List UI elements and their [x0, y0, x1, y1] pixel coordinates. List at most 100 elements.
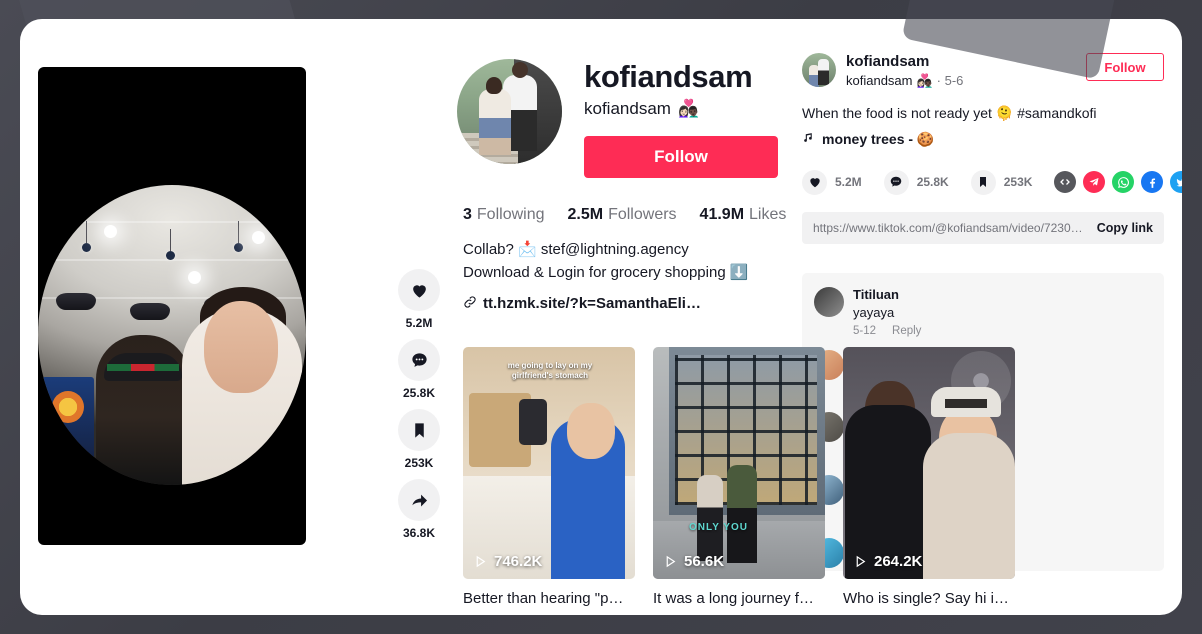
post-bookmark-button[interactable]: 253K — [970, 169, 1033, 195]
couple-emoji-icon: 👩🏻‍❤️‍👨🏿 — [677, 99, 700, 118]
stat-following[interactable]: 3 Following — [463, 206, 545, 224]
profile-handle-text: kofiandsam — [584, 99, 671, 118]
share-arrow-icon — [398, 479, 440, 521]
video-person-cap — [104, 353, 182, 381]
stat-likes: 41.9M Likes — [700, 206, 787, 224]
comment-date: 5-12 — [853, 324, 877, 337]
view-count: 56.6K — [664, 553, 724, 570]
video-caption: Better than hearing "p… — [463, 589, 624, 607]
post-engagement-row: 5.2M 25.8K 253K — [802, 169, 1182, 195]
page-title: kofiandsam — [584, 59, 753, 94]
bookmark-button[interactable]: 253K — [398, 409, 440, 470]
view-count-text: 264.2K — [874, 552, 923, 570]
thumbnail-overlay-text: ONLY YOU — [689, 521, 748, 533]
video-thumbnail[interactable]: me going to lay on my girlfriend's stoma… — [463, 346, 635, 579]
view-count-text: 746.2K — [494, 552, 543, 570]
author-avatar[interactable] — [802, 53, 836, 87]
video-grid-item[interactable]: ONLY YOU 56.6K It was a long journey f… — [653, 346, 825, 607]
post-comment-button[interactable]: 25.8K — [883, 169, 949, 195]
comment-icon — [398, 339, 440, 381]
profile-handle: kofiandsam 👩🏻‍❤️‍👨🏿 — [584, 99, 778, 119]
embed-code-icon[interactable] — [1054, 171, 1077, 194]
comment-button[interactable]: 25.8K — [398, 339, 440, 400]
video-player[interactable] — [38, 67, 306, 545]
video-caption: It was a long journey f… — [653, 589, 814, 607]
follow-button[interactable]: Follow — [584, 136, 778, 178]
post-date: · 5-6 — [936, 73, 964, 89]
couple-emoji-icon: 👩🏻‍❤️‍👨🏿 — [916, 72, 933, 88]
comment-count: 25.8K — [402, 386, 436, 400]
view-count: 746.2K — [474, 553, 542, 570]
author-subtitle: kofiandsam 👩🏻‍❤️‍👨🏿 · 5-6 — [846, 73, 963, 89]
following-count: 3 — [463, 206, 472, 223]
post-bookmark-count: 253K — [1003, 175, 1033, 190]
followers-count: 2.5M — [567, 206, 604, 223]
comment-item: Titiluan yayaya 5-12 Reply — [814, 286, 1152, 337]
profile-column: kofiandsam kofiandsam 👩🏻‍❤️‍👨🏿 Follow 3F… — [457, 19, 1015, 615]
play-icon — [666, 555, 676, 567]
avatar[interactable] — [457, 59, 562, 164]
author-name[interactable]: kofiandsam — [846, 53, 963, 72]
profile-header: kofiandsam kofiandsam 👩🏻‍❤️‍👨🏿 Follow — [457, 59, 802, 178]
profile-bio: Collab? 📩 stef@lightning.agency Download… — [463, 238, 802, 285]
bookmark-count: 253K — [404, 456, 434, 470]
heart-icon — [398, 269, 440, 311]
post-comment-count: 25.8K — [916, 175, 949, 190]
comment-text: yayaya — [853, 304, 895, 320]
bio-line-1: Collab? 📩 stef@lightning.agency — [463, 241, 689, 258]
like-count: 5.2M — [405, 316, 433, 330]
telegram-icon[interactable] — [1083, 171, 1106, 194]
share-button[interactable]: 36.8K — [398, 479, 440, 540]
heart-icon — [802, 169, 827, 195]
twitter-icon[interactable] — [1170, 171, 1182, 194]
copy-link-button[interactable]: Copy link — [1087, 221, 1153, 235]
bookmark-icon — [398, 409, 440, 451]
bio-line-2: Download & Login for grocery shopping ⬇️ — [463, 264, 749, 282]
music-title: money trees - 🍪 — [822, 130, 935, 147]
post-caption: When the food is not ready yet 🫠 #samand… — [802, 104, 1097, 121]
link-icon — [463, 295, 477, 313]
video-frame-image — [38, 185, 306, 485]
comment-icon — [883, 169, 909, 195]
profile-link-text: tt.hzmk.site/?k=SamanthaEli… — [483, 295, 701, 312]
post-like-count: 5.2M — [835, 175, 862, 190]
video-url-text: https://www.tiktok.com/@kofiandsam/video… — [813, 220, 1087, 235]
view-count-text: 56.6K — [684, 552, 725, 570]
whatsapp-icon[interactable] — [1112, 171, 1135, 194]
video-thumbnail[interactable]: ONLY YOU 56.6K — [653, 346, 825, 579]
view-count: 264.2K — [854, 553, 922, 570]
profile-stats: 3 Following 2.5M Followers 41.9M Likes — [463, 206, 802, 224]
followers-label: Followers — [608, 206, 677, 223]
likes-count: 41.9M — [699, 206, 745, 223]
comment-meta: 5-12 Reply — [853, 325, 921, 337]
video-grid-item[interactable]: me going to lay on my girlfriend's stoma… — [463, 346, 635, 607]
video-action-rail: 5.2M 25.8K 253K 36.8K — [381, 19, 457, 615]
share-count: 36.8K — [402, 526, 436, 540]
post-like-button[interactable]: 5.2M — [802, 169, 862, 195]
stat-followers[interactable]: 2.5M Followers — [568, 206, 677, 224]
play-icon — [856, 555, 866, 567]
video-player-column — [20, 19, 381, 615]
share-icons-row — [1054, 171, 1182, 194]
facebook-icon[interactable] — [1141, 171, 1164, 194]
following-label: Following — [476, 206, 545, 223]
copy-link-bar: https://www.tiktok.com/@kofiandsam/video… — [802, 211, 1164, 244]
author-handle: kofiandsam — [846, 73, 913, 89]
play-icon — [476, 555, 486, 567]
comment-reply-button[interactable]: Reply — [892, 325, 921, 337]
video-grid: me going to lay on my girlfriend's stoma… — [463, 346, 1015, 607]
profile-link[interactable]: tt.hzmk.site/?k=SamanthaEli… — [463, 295, 802, 313]
post-follow-button[interactable]: Follow — [1086, 53, 1164, 81]
like-button[interactable]: 5.2M — [398, 269, 440, 330]
likes-label: Likes — [749, 206, 787, 223]
video-bg-screen-left — [42, 377, 94, 469]
comment-avatar[interactable] — [814, 286, 844, 317]
comment-author[interactable]: Titiluan — [853, 287, 921, 304]
post-author-header: kofiandsam kofiandsam 👩🏻‍❤️‍👨🏿 · 5-6 Fol… — [802, 53, 1164, 89]
music-note-icon — [802, 131, 815, 147]
bookmark-icon — [970, 169, 996, 195]
video-thumbnail[interactable]: 264.2K — [843, 346, 1015, 579]
music-row[interactable]: money trees - 🍪 — [802, 131, 1164, 148]
video-person-right-face — [204, 301, 278, 393]
video-grid-item[interactable]: 264.2K Who is single? Say hi i… — [843, 346, 1015, 607]
